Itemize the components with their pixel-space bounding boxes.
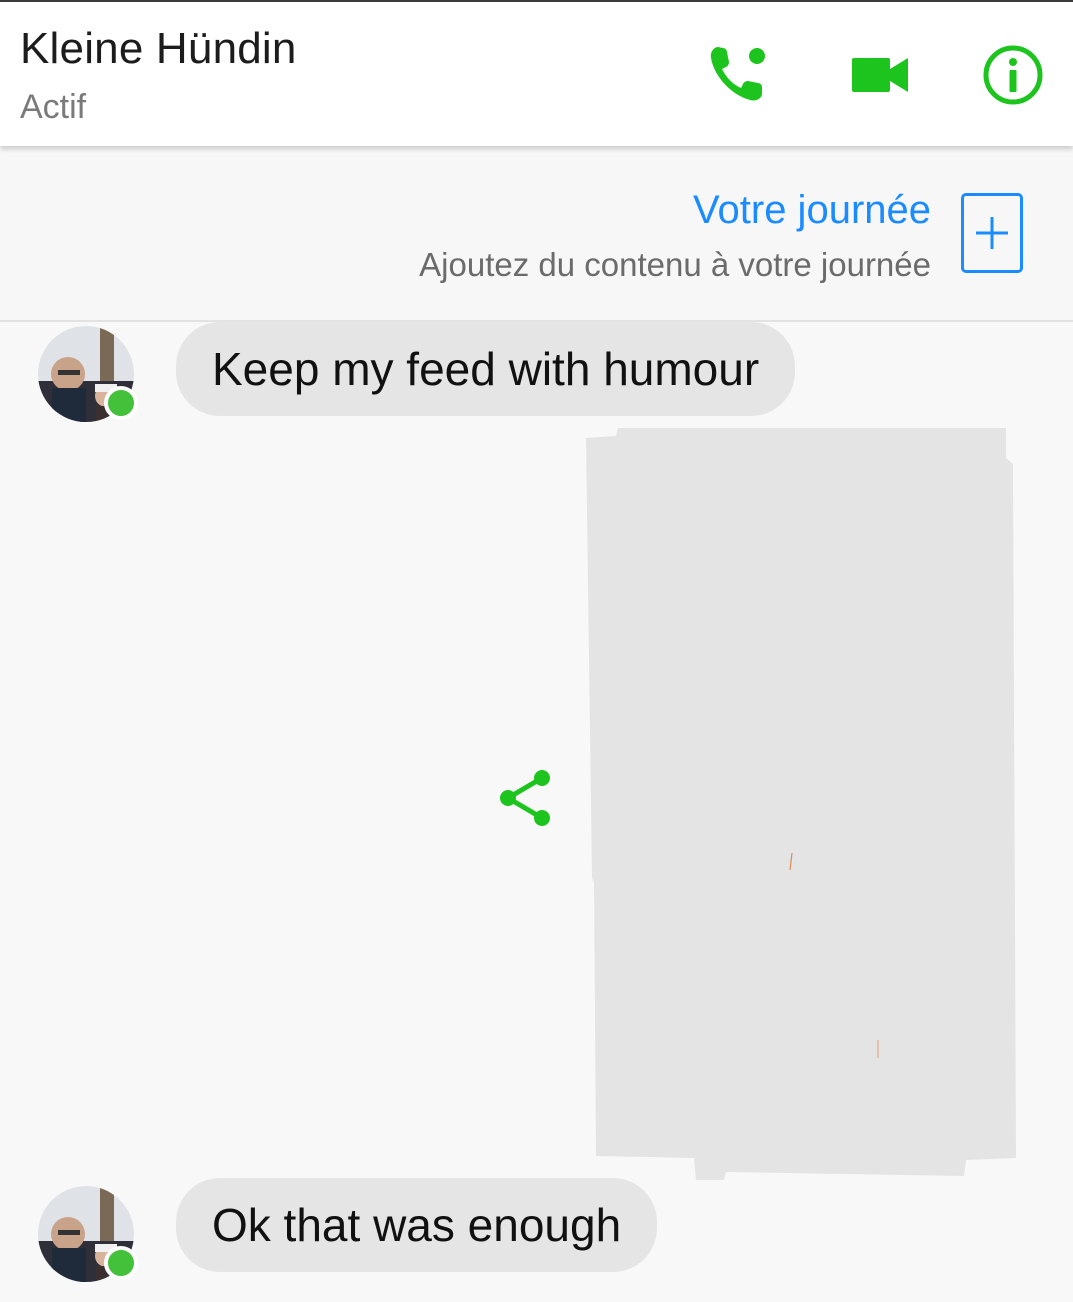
contact-status: Actif [20,88,87,126]
messenger-conversation-screen: Kleine Hündin Actif Votre journée Ajoute [0,0,1073,1302]
info-icon [983,45,1043,105]
add-to-day-button[interactable] [961,193,1023,273]
phone-icon [710,47,765,101]
your-day-title[interactable]: Votre journée [693,188,931,233]
video-call-button[interactable] [845,40,915,110]
online-status-dot [104,386,138,420]
share-icon [500,770,550,826]
share-button[interactable] [494,766,558,830]
contact-name[interactable]: Kleine Hündin [20,24,297,74]
online-status-dot [104,1246,138,1280]
message-bubble-incoming[interactable]: Ok that was enough [176,1178,658,1272]
sent-image-placeholder[interactable] [586,428,1016,1180]
video-camera-icon [852,58,908,92]
plus-icon [976,217,1008,249]
contact-avatar[interactable] [38,1186,138,1282]
your-day-subtitle: Ajoutez du contenu à votre journée [419,246,931,283]
call-button[interactable] [701,40,771,110]
message-bubble-incoming[interactable]: Keep my feed with humour [176,322,796,416]
your-day-story-bar[interactable]: Votre journée Ajoutez du contenu à votre… [0,146,1073,322]
contact-avatar[interactable] [38,326,138,422]
conversation-header: Kleine Hündin Actif [0,0,1073,146]
info-button[interactable] [978,40,1048,110]
